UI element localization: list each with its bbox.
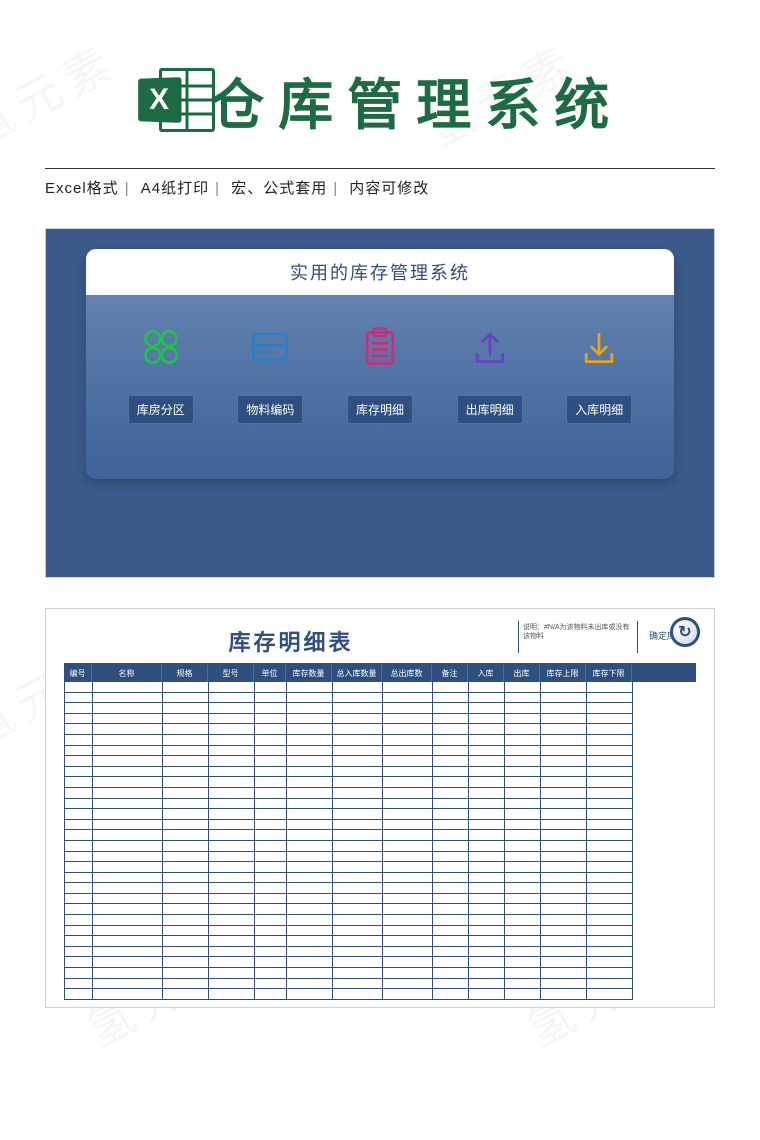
header: X 仓库管理系统	[0, 0, 760, 150]
col-total-in: 总入库数量	[332, 665, 382, 682]
table-header: 编号 名称 规格 型号 单位 库存数量 总入库数量 总出库数 备注 入库 出库 …	[64, 665, 696, 682]
menu-row: 库房分区 物料编码 库存明细 出库明细 入库明细	[86, 295, 674, 424]
upload-icon	[468, 325, 512, 369]
page-title: 仓库管理系统	[209, 60, 623, 140]
col-id: 编号	[64, 665, 92, 682]
info-macro: 宏、公式套用	[231, 180, 327, 197]
table-row	[65, 947, 696, 958]
menu-item[interactable]: 入库明细	[554, 325, 644, 424]
table-row	[65, 788, 696, 799]
table-row	[65, 894, 696, 905]
table-row	[65, 936, 696, 947]
table-body	[64, 682, 696, 1000]
table-row	[65, 703, 696, 714]
sheet-note: 说明：#N/A为该物料未出库或没有该物料	[518, 621, 638, 653]
col-lower: 库存下限	[586, 665, 632, 682]
menu-label: 库房分区	[128, 395, 194, 424]
table-row	[65, 883, 696, 894]
refresh-icon[interactable]: ↻	[670, 617, 700, 647]
table-row	[65, 820, 696, 831]
col-in: 入库	[468, 665, 504, 682]
col-remark: 备注	[432, 665, 468, 682]
col-upper: 库存上限	[540, 665, 586, 682]
col-model: 型号	[208, 665, 254, 682]
col-name: 名称	[92, 665, 162, 682]
info-print: A4纸打印	[141, 180, 209, 197]
table-row	[65, 873, 696, 884]
dashboard-panel: 实用的库存管理系统 库房分区 物料编码 库存明细 出库明细 入库明细	[86, 249, 674, 479]
menu-item[interactable]: 物料编码	[225, 325, 315, 424]
col-spec: 规格	[162, 665, 208, 682]
table-row	[65, 735, 696, 746]
menu-label: 物料编码	[237, 395, 303, 424]
menu-label: 库存明细	[347, 395, 413, 424]
table-row	[65, 830, 696, 841]
table-row	[65, 714, 696, 725]
table-row	[65, 777, 696, 788]
menu-label: 出库明细	[457, 395, 523, 424]
table-row	[65, 724, 696, 735]
menu-item[interactable]: 库房分区	[116, 325, 206, 424]
table-row	[65, 926, 696, 937]
table-row	[65, 693, 696, 704]
sheet-titlebar: 库存明细表 说明：#N/A为该物料未出库或没有该物料 确定库存	[64, 621, 696, 665]
table-row	[65, 957, 696, 968]
table-row	[65, 852, 696, 863]
col-out: 出库	[504, 665, 540, 682]
info-editable: 内容可修改	[349, 180, 429, 197]
table-row	[65, 809, 696, 820]
table-row	[65, 799, 696, 810]
preview-dashboard: 实用的库存管理系统 库房分区 物料编码 库存明细 出库明细 入库明细	[45, 228, 715, 578]
table-row	[65, 915, 696, 926]
menu-label: 入库明细	[566, 395, 632, 424]
sub-info: Excel格式| A4纸打印| 宏、公式套用| 内容可修改	[0, 169, 760, 198]
panel-title: 实用的库存管理系统	[86, 249, 674, 295]
col-qty: 库存数量	[286, 665, 332, 682]
clover-icon	[139, 325, 183, 369]
col-total-out: 总出库数	[382, 665, 432, 682]
menu-item[interactable]: 库存明细	[335, 325, 425, 424]
download-icon	[577, 325, 621, 369]
table-row	[65, 682, 696, 693]
excel-icon: X	[137, 64, 215, 136]
table-row	[65, 989, 696, 1000]
table-row	[65, 862, 696, 873]
table-row	[65, 979, 696, 990]
table-row	[65, 968, 696, 979]
info-format: Excel格式	[45, 180, 119, 197]
col-unit: 单位	[254, 665, 286, 682]
table-row	[65, 841, 696, 852]
table-row	[65, 904, 696, 915]
table-row	[65, 767, 696, 778]
table-row	[65, 746, 696, 757]
menu-item[interactable]: 出库明细	[445, 325, 535, 424]
sheet-title: 库存明细表	[64, 621, 518, 663]
table-row	[65, 756, 696, 767]
clipboard-icon	[358, 325, 402, 369]
preview-spreadsheet: ↻ 库存明细表 说明：#N/A为该物料未出库或没有该物料 确定库存 编号 名称 …	[45, 608, 715, 1008]
card-icon	[248, 325, 292, 369]
